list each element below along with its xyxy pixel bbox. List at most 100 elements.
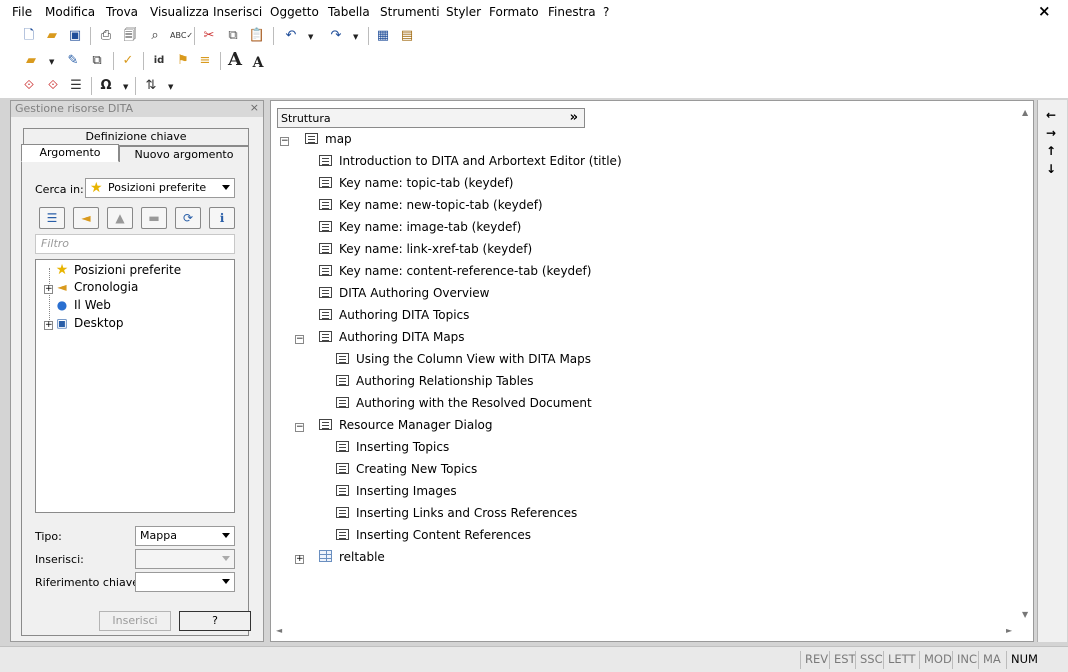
window-close-button[interactable]: × xyxy=(1038,2,1051,20)
structure-tree-node[interactable]: DITA Authoring Overview xyxy=(319,286,489,300)
arrow-right-icon[interactable]: → xyxy=(1046,126,1056,140)
structure-tree-node[interactable]: Inserting Content References xyxy=(336,528,531,542)
structure-tree-node[interactable]: Authoring DITA Topics xyxy=(319,308,469,322)
new-folder-button[interactable]: ▬ xyxy=(141,207,167,229)
menu-format[interactable]: Formato xyxy=(489,5,539,19)
sort-dropdown-icon[interactable]: ▼ xyxy=(168,83,173,91)
scroll-right-icon[interactable]: ► xyxy=(1006,626,1012,635)
tag-view-icon[interactable]: ⟐ xyxy=(20,77,38,95)
collapse-icon[interactable]: − xyxy=(280,137,289,146)
expand-icon[interactable]: + xyxy=(44,321,53,330)
change-markup-icon[interactable]: ⧉ xyxy=(88,52,106,70)
paste-icon[interactable]: 📋 xyxy=(248,27,266,45)
menu-tools[interactable]: Strumenti xyxy=(380,5,440,19)
expand-chevron-icon[interactable]: » xyxy=(570,110,578,125)
insert-markup-icon[interactable]: ▰ xyxy=(22,52,40,70)
type-select[interactable]: Mappa xyxy=(135,526,235,546)
refresh-button[interactable]: ⟳ xyxy=(175,207,201,229)
special-character-dropdown-icon[interactable]: ▼ xyxy=(123,83,128,91)
filter-input[interactable]: Filtro xyxy=(35,234,235,254)
find-icon[interactable]: ⌕ xyxy=(146,27,164,45)
redo-dropdown-icon[interactable]: ▼ xyxy=(353,33,358,41)
save-icon[interactable]: ▣ xyxy=(66,27,84,45)
tree-item-history[interactable]: ◄ Cronologia xyxy=(54,280,138,294)
insert-markup-dropdown-icon[interactable]: ▼ xyxy=(49,58,54,66)
menu-object[interactable]: Oggetto xyxy=(270,5,319,19)
tab-topic[interactable]: Argomento xyxy=(21,144,119,162)
structure-tree-node[interactable]: Authoring DITA Maps xyxy=(319,330,465,344)
list-view-button[interactable]: ☰ xyxy=(39,207,65,229)
back-button[interactable]: ◄ xyxy=(73,207,99,229)
menu-find[interactable]: Trova xyxy=(106,5,138,19)
redo-icon[interactable]: ↷ xyxy=(327,27,345,45)
menu-help[interactable]: ? xyxy=(603,5,609,19)
help-button[interactable]: ? xyxy=(179,611,251,631)
structure-tree-node[interactable]: Key name: content-reference-tab (keydef) xyxy=(319,264,591,278)
smaller-font-icon[interactable]: A xyxy=(249,54,267,72)
expand-icon[interactable]: + xyxy=(295,555,304,564)
scroll-down-icon[interactable]: ▼ xyxy=(1022,610,1028,619)
sort-icon[interactable]: ⇅ xyxy=(142,77,160,95)
arrow-left-icon[interactable]: ← xyxy=(1046,108,1056,122)
panel-close-icon[interactable]: × xyxy=(250,101,259,114)
structure-tree-node[interactable]: Authoring with the Resolved Document xyxy=(336,396,592,410)
scroll-up-icon[interactable]: ▲ xyxy=(1022,108,1028,117)
edit-attributes-icon[interactable]: ✎ xyxy=(64,52,82,70)
tag-icon[interactable]: ⚑ xyxy=(174,52,192,70)
horizontal-scrollbar[interactable]: ◄ ► xyxy=(272,624,1018,638)
menu-insert[interactable]: Inserisci xyxy=(213,5,262,19)
undo-dropdown-icon[interactable]: ▼ xyxy=(308,33,313,41)
spell-check-icon[interactable]: ABC✓ xyxy=(170,27,193,45)
menu-file[interactable]: File xyxy=(12,5,32,19)
copy-icon[interactable]: ⧉ xyxy=(224,27,242,45)
new-document-icon[interactable]: 🗋 xyxy=(20,27,38,45)
menu-styler[interactable]: Styler xyxy=(446,5,481,19)
structure-tree-node[interactable]: Inserting Topics xyxy=(336,440,449,454)
print-preview-icon[interactable]: 🗐 xyxy=(121,27,139,45)
structure-tree-node[interactable]: Creating New Topics xyxy=(336,462,477,476)
up-folder-button[interactable]: ▲ xyxy=(107,207,133,229)
scroll-left-icon[interactable]: ◄ xyxy=(276,626,282,635)
markup-icon[interactable]: ⟐ xyxy=(44,77,62,95)
structure-tree-node[interactable]: Using the Column View with DITA Maps xyxy=(336,352,591,366)
structure-tree-node[interactable]: Key name: image-tab (keydef) xyxy=(319,220,521,234)
structure-tree-node[interactable]: Key name: new-topic-tab (keydef) xyxy=(319,198,543,212)
structure-tree-node[interactable]: reltable xyxy=(319,550,385,564)
special-character-icon[interactable]: Ω xyxy=(97,77,115,95)
vertical-scrollbar[interactable]: ▲ ▼ xyxy=(1020,106,1032,622)
document-properties-icon[interactable]: ▤ xyxy=(398,27,416,45)
insert-select[interactable] xyxy=(135,549,235,569)
undo-icon[interactable]: ↶ xyxy=(282,27,300,45)
arrow-up-icon[interactable]: ↑ xyxy=(1046,144,1056,158)
collapse-icon[interactable]: − xyxy=(295,423,304,432)
structure-tree-node[interactable]: Resource Manager Dialog xyxy=(319,418,492,432)
menu-view[interactable]: Visualizza xyxy=(150,5,209,19)
structure-tree-node[interactable]: Authoring Relationship Tables xyxy=(336,374,534,388)
search-in-select[interactable]: ★ Posizioni preferite xyxy=(85,178,235,198)
structure-tree-node[interactable]: Introduction to DITA and Arbortext Edito… xyxy=(319,154,622,168)
validate-icon[interactable]: ✓ xyxy=(119,52,137,70)
bigger-font-icon[interactable]: A xyxy=(226,51,244,69)
table-grid-icon[interactable]: ▦ xyxy=(374,27,392,45)
id-icon[interactable]: id xyxy=(150,52,168,70)
structure-tree-node[interactable]: Inserting Images xyxy=(336,484,457,498)
style-icon[interactable]: ≡ xyxy=(196,52,214,70)
tree-item-favorites[interactable]: ★ Posizioni preferite xyxy=(54,262,181,278)
properties-button[interactable]: ℹ xyxy=(209,207,235,229)
structure-tree-node[interactable]: map xyxy=(305,132,352,146)
open-folder-icon[interactable]: ▰ xyxy=(43,27,61,45)
structure-tree-node[interactable]: Inserting Links and Cross References xyxy=(336,506,577,520)
menu-edit[interactable]: Modifica xyxy=(45,5,95,19)
insert-button[interactable]: Inserisci xyxy=(99,611,171,631)
collapse-icon[interactable]: − xyxy=(295,335,304,344)
print-icon[interactable]: ⎙ xyxy=(97,27,115,45)
structure-tree-node[interactable]: Key name: topic-tab (keydef) xyxy=(319,176,513,190)
list-icon[interactable]: ☰ xyxy=(67,77,85,95)
tree-item-web[interactable]: ● Il Web xyxy=(54,298,111,312)
menu-table[interactable]: Tabella xyxy=(328,5,370,19)
menu-window[interactable]: Finestra xyxy=(548,5,596,19)
tree-item-desktop[interactable]: ▣ Desktop xyxy=(54,316,123,330)
arrow-down-icon[interactable]: ↓ xyxy=(1046,162,1056,176)
structure-tree-node[interactable]: Key name: link-xref-tab (keydef) xyxy=(319,242,532,256)
keyref-select[interactable] xyxy=(135,572,235,592)
